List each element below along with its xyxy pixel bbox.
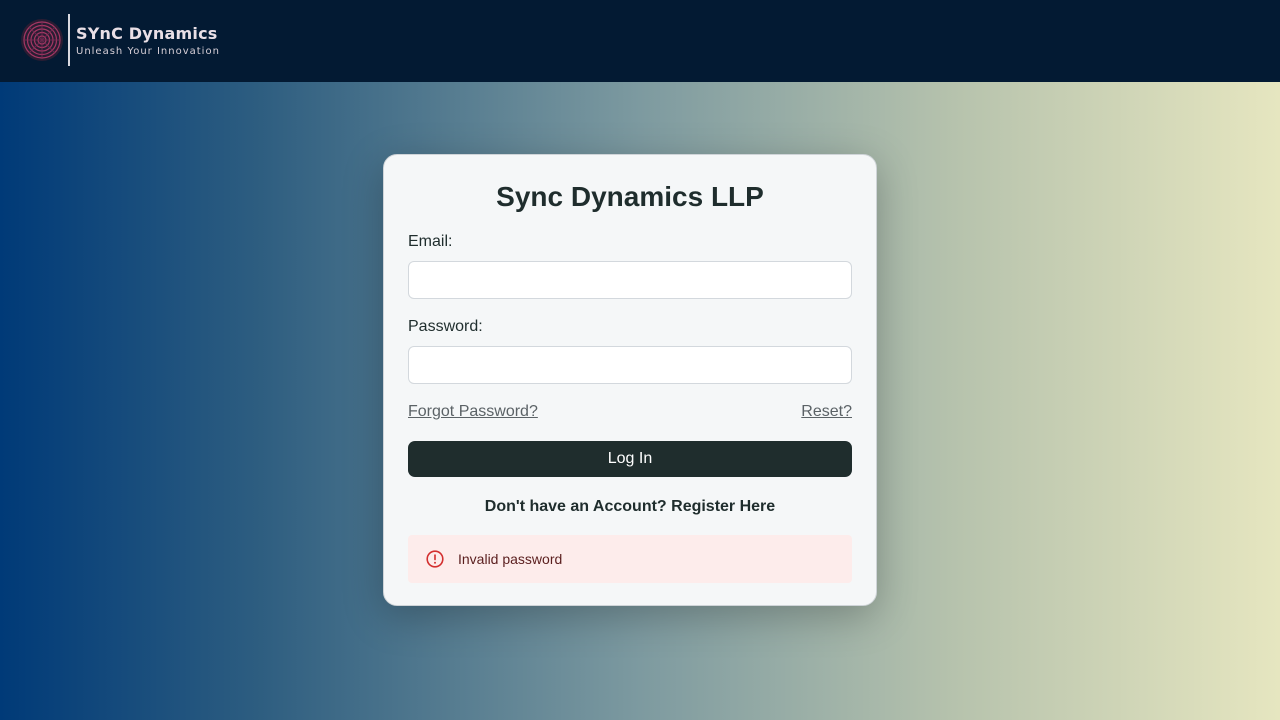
login-card: Sync Dynamics LLP Email: Password: Forgo… bbox=[383, 154, 877, 606]
brand-logo-block[interactable]: SYnC Dynamics Unleash Your Innovation bbox=[14, 8, 234, 72]
brand-text: SYnC Dynamics Unleash Your Innovation bbox=[76, 24, 220, 57]
auth-links-row: Forgot Password? Reset? bbox=[408, 403, 852, 423]
forgot-password-link[interactable]: Forgot Password? bbox=[408, 403, 538, 423]
password-field[interactable] bbox=[408, 346, 852, 384]
alert-message: Invalid password bbox=[458, 551, 563, 567]
brand-divider bbox=[68, 14, 70, 66]
reset-link[interactable]: Reset? bbox=[801, 403, 852, 423]
brand-tagline: Unleash Your Innovation bbox=[76, 45, 220, 57]
login-button[interactable]: Log In bbox=[408, 441, 852, 477]
brand-name: SYnC Dynamics bbox=[76, 23, 218, 43]
error-alert: Invalid password bbox=[408, 535, 852, 583]
login-title: Sync Dynamics LLP bbox=[496, 181, 764, 212]
password-label: Password: bbox=[408, 318, 483, 335]
alert-circle-icon bbox=[426, 550, 444, 568]
top-bar: SYnC Dynamics Unleash Your Innovation bbox=[0, 0, 1280, 82]
email-field[interactable] bbox=[408, 261, 852, 299]
email-label: Email: bbox=[408, 233, 453, 250]
fingerprint-icon bbox=[21, 19, 63, 61]
register-link[interactable]: Don't have an Account? Register Here bbox=[408, 497, 852, 517]
